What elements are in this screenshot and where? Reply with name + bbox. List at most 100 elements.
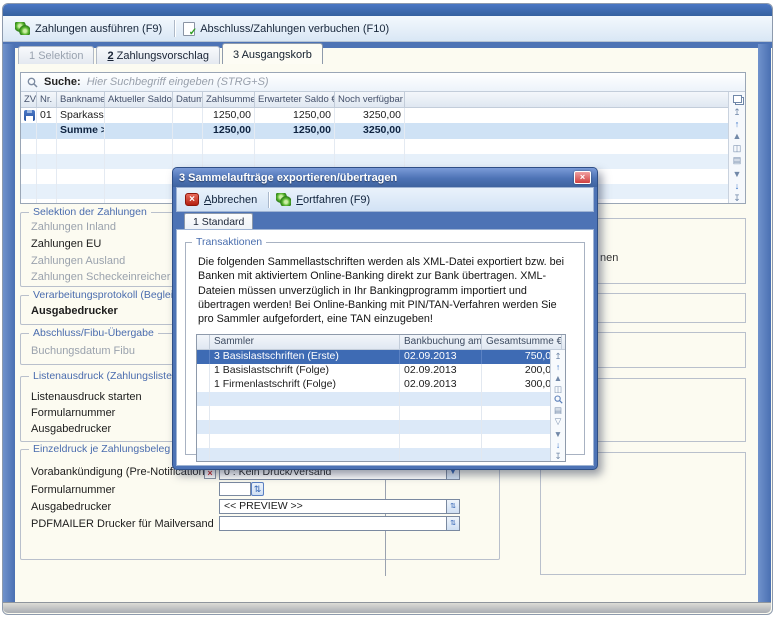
tab-ausgangskorb[interactable]: 3 Ausgangskorb bbox=[222, 43, 323, 64]
dialog-toolbar: × Abbrechen Fortfahren (F9) bbox=[176, 187, 594, 212]
tab-standard[interactable]: 1 Standard bbox=[184, 213, 253, 229]
col-zahlsumme[interactable]: Zahlsumme € bbox=[203, 92, 255, 107]
rows-icon[interactable]: ▤ bbox=[731, 155, 744, 165]
cell-bankbuchung: 02.09.2013 bbox=[400, 378, 482, 392]
empty-row bbox=[197, 434, 565, 448]
cell-sammler: 1 Basislastschrift (Folge) bbox=[210, 364, 400, 378]
col-gesamtsumme[interactable]: Gesamtsumme € bbox=[482, 335, 562, 349]
cell-nr: 01 bbox=[37, 108, 57, 123]
item-listenausdruck: Listenausdruck starten bbox=[31, 391, 142, 403]
dialog-titlebar[interactable]: 3 Sammelaufträge exportieren/übertragen … bbox=[173, 168, 597, 187]
cell-sum-erwarteter: 1250,00 bbox=[255, 123, 335, 139]
group-title: Listenausdruck (Zahlungsliste) bbox=[29, 370, 179, 382]
bank-table-header: ZV Nr. Bankname Aktueller Saldo € Datum … bbox=[21, 92, 745, 108]
book-payments-label: Abschluss/Zahlungen verbuchen (F10) bbox=[200, 23, 389, 35]
item-formularnummer: Formularnummer bbox=[31, 407, 115, 419]
nav-top-icon[interactable]: ↥ bbox=[552, 351, 565, 361]
formularnummer-input[interactable] bbox=[219, 482, 251, 496]
table-row[interactable]: 01 Sparkasse 1250,00 1250,00 3250,00 bbox=[21, 108, 745, 123]
empty-row bbox=[197, 420, 565, 434]
col-bankbuchung[interactable]: Bankbuchung am bbox=[400, 335, 482, 349]
dialog-content: Transaktionen Die folgenden Sammellastsc… bbox=[176, 229, 594, 466]
nav-bottom-icon[interactable]: ↧ bbox=[731, 193, 744, 203]
item-ausgabedrucker: Ausgabedrucker bbox=[31, 501, 111, 513]
empty-row bbox=[197, 392, 565, 406]
main-toolbar: Zahlungen ausführen (F9) ✓ Abschluss/Zah… bbox=[3, 16, 772, 42]
col-erwarteter-saldo[interactable]: Erwarteter Saldo € bbox=[255, 92, 335, 107]
group-title: Transaktionen bbox=[192, 236, 266, 248]
sammler-row[interactable]: 1 Basislastschrift (Folge) 02.09.2013 20… bbox=[197, 364, 565, 378]
item-zahlungen-ausland: Zahlungen Ausland bbox=[31, 255, 125, 267]
book-payments-button[interactable]: ✓ Abschluss/Zahlungen verbuchen (F10) bbox=[178, 19, 398, 39]
col-nr[interactable]: Nr. bbox=[37, 92, 57, 107]
col-filler bbox=[405, 92, 745, 107]
empty-row bbox=[21, 139, 745, 154]
sammler-table-header: Sammler Bankbuchung am Gesamtsumme € bbox=[197, 335, 565, 350]
spinner-icon[interactable]: ⇅ bbox=[446, 517, 459, 530]
cell-bankname: Sparkasse bbox=[57, 108, 105, 123]
continue-label: Fortfahren (F9) bbox=[296, 194, 370, 206]
execute-payments-button[interactable]: Zahlungen ausführen (F9) bbox=[10, 19, 171, 38]
col-aktueller-saldo[interactable]: Aktueller Saldo € bbox=[105, 92, 173, 107]
wizard-tabs: 1 Selektion 2 Zahlungsvorschlag 3 Ausgan… bbox=[18, 46, 323, 64]
item-zahlungen-inland: Zahlungen Inland bbox=[31, 221, 116, 233]
cell-sum-label: Summe > bbox=[57, 123, 105, 139]
cell-bankbuchung: 02.09.2013 bbox=[400, 364, 482, 378]
col-bankname[interactable]: Bankname bbox=[57, 92, 105, 107]
columns-icon[interactable]: ◫ bbox=[552, 384, 565, 394]
cell-sum-zahlsumme: 1250,00 bbox=[203, 123, 255, 139]
nav-prev-icon[interactable]: ▲ bbox=[552, 373, 565, 383]
sammler-table: Sammler Bankbuchung am Gesamtsumme € 3 B… bbox=[196, 334, 566, 462]
empty-row bbox=[197, 406, 565, 420]
sammler-row[interactable]: 3 Basislastschriften (Erste) 02.09.2013 … bbox=[197, 350, 565, 364]
nav-up-icon[interactable]: ↑ bbox=[731, 119, 744, 129]
group-title: Selektion der Zahlungen bbox=[29, 206, 151, 218]
nav-next-icon[interactable]: ▼ bbox=[731, 169, 744, 179]
cancel-button[interactable]: × Abbrechen bbox=[181, 191, 265, 208]
pdfmailer-select[interactable]: ⇅ bbox=[219, 516, 460, 531]
ausgabedrucker-value: << PREVIEW >> bbox=[224, 500, 303, 512]
sammler-row[interactable]: 1 Firmenlastschrift (Folge) 02.09.2013 3… bbox=[197, 378, 565, 392]
nav-up-icon[interactable]: ↑ bbox=[552, 362, 565, 372]
close-icon[interactable]: × bbox=[574, 171, 591, 184]
nav-prev-icon[interactable]: ▲ bbox=[731, 131, 744, 141]
table-nav-strip: ↥ ↑ ▲ ◫ ▤ ▽ ▼ ↓ ↧ bbox=[550, 350, 565, 461]
search-icon[interactable] bbox=[554, 395, 563, 404]
nav-top-icon[interactable]: ↥ bbox=[731, 107, 744, 117]
col-datum[interactable]: Datum bbox=[173, 92, 203, 107]
rows-icon[interactable]: ▤ bbox=[552, 405, 565, 415]
tab-zahlungsvorschlag[interactable]: 2 Zahlungsvorschlag bbox=[96, 46, 220, 64]
nav-down-icon[interactable]: ↓ bbox=[552, 440, 565, 450]
continue-button[interactable]: Fortfahren (F9) bbox=[272, 191, 378, 208]
cell-sammler: 1 Firmenlastschrift (Folge) bbox=[210, 378, 400, 392]
tab-selektion[interactable]: 1 Selektion bbox=[18, 46, 94, 64]
cell-sammler: 3 Basislastschriften (Erste) bbox=[210, 350, 400, 364]
coins-icon bbox=[276, 193, 291, 206]
sum-row[interactable]: Summe > 1250,00 1250,00 3250,00 bbox=[21, 123, 745, 139]
item-buchungsdatum: Buchungsdatum Fibu bbox=[31, 345, 135, 357]
col-zv[interactable]: ZV bbox=[21, 92, 37, 107]
filter-icon[interactable]: ▽ bbox=[552, 416, 565, 426]
copy-grid-icon[interactable] bbox=[733, 95, 742, 103]
col-sammler[interactable]: Sammler bbox=[210, 335, 400, 349]
group-title: Abschluss/Fibu-Übergabe bbox=[29, 327, 158, 339]
nav-next-icon[interactable]: ▼ bbox=[552, 429, 565, 439]
tab-label: Ausgangskorb bbox=[242, 49, 312, 61]
tab-label: Zahlungsvorschlag bbox=[117, 50, 209, 62]
nav-down-icon[interactable]: ↓ bbox=[731, 181, 744, 191]
tab-label: Selektion bbox=[38, 50, 83, 62]
ausgabedrucker-select[interactable]: << PREVIEW >> ⇅ bbox=[219, 499, 460, 514]
coins-icon bbox=[15, 22, 30, 35]
col-noch-verfuegbar[interactable]: Noch verfügbar € bbox=[335, 92, 405, 107]
spinner-icon[interactable]: ⇅ bbox=[446, 500, 459, 513]
search-input[interactable] bbox=[87, 76, 387, 88]
cell-zahlsumme: 1250,00 bbox=[203, 108, 255, 123]
item-formularnummer: Formularnummer bbox=[31, 484, 115, 496]
cell-sum-verfuegbar: 3250,00 bbox=[335, 123, 405, 139]
columns-icon[interactable]: ◫ bbox=[731, 143, 744, 153]
item-ausgabedrucker: Ausgabedrucker bbox=[31, 423, 111, 435]
formularnummer-spinner[interactable]: ⇅ bbox=[251, 482, 264, 496]
nav-bottom-icon[interactable]: ↧ bbox=[552, 451, 565, 461]
tab-number: 3 bbox=[233, 49, 239, 61]
item-pdfmailer: PDFMAILER Drucker für Mailversand bbox=[31, 518, 214, 530]
